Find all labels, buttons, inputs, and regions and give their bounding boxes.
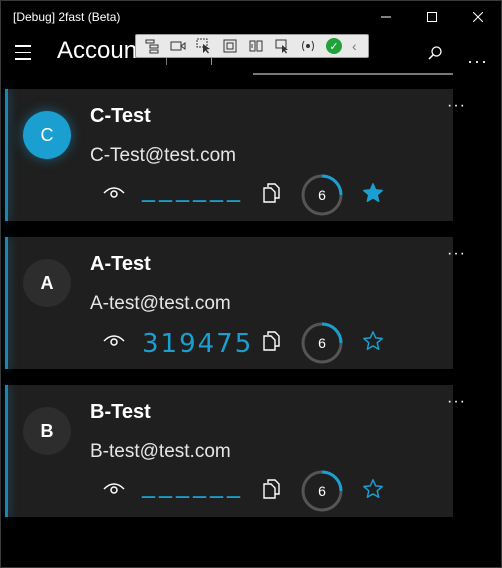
- maximize-icon: [427, 12, 437, 22]
- card-accent-bar: [5, 89, 8, 221]
- window-title: [Debug] 2fast (Beta): [13, 10, 121, 24]
- hot-reload-icon[interactable]: [270, 36, 294, 56]
- account-card[interactable]: A A-Test A-test@test.com ··· 319475 6: [5, 237, 465, 369]
- maximize-button[interactable]: [409, 1, 455, 33]
- avatar: B: [23, 407, 71, 455]
- app-window: [Debug] 2fast (Beta) Accounts ··· ✓ ‹ C …: [0, 0, 502, 568]
- video-camera-icon[interactable]: [166, 36, 190, 56]
- code-timer: 6: [300, 173, 344, 217]
- card-more-options-button[interactable]: ···: [447, 245, 466, 263]
- account-card[interactable]: B B-Test B-test@test.com ··· ______ 6: [5, 385, 465, 517]
- account-name: A-Test: [90, 253, 151, 275]
- copy-icon[interactable]: [263, 479, 281, 499]
- track-focus-icon[interactable]: [244, 36, 268, 56]
- favorite-star-filled-icon[interactable]: [362, 182, 384, 204]
- timer-seconds: 6: [318, 187, 326, 203]
- avatar: C: [23, 111, 71, 159]
- show-code-eye-icon[interactable]: [103, 185, 125, 199]
- minimize-button[interactable]: [363, 1, 409, 33]
- copy-icon[interactable]: [263, 183, 281, 203]
- status-ok-icon[interactable]: ✓: [322, 36, 346, 56]
- account-email: C-Test@test.com: [90, 145, 236, 166]
- avatar: A: [23, 259, 71, 307]
- copy-icon[interactable]: [263, 331, 281, 351]
- collapse-toolbar-icon[interactable]: ‹: [352, 38, 357, 54]
- code-timer: 6: [300, 469, 344, 513]
- minimize-icon: [381, 16, 391, 18]
- favorite-star-outline-icon[interactable]: [362, 478, 384, 500]
- close-button[interactable]: [455, 1, 501, 33]
- totp-code[interactable]: ______: [142, 173, 244, 203]
- timer-seconds: 6: [318, 483, 326, 499]
- hamburger-menu-icon[interactable]: [15, 45, 35, 61]
- account-name: B-Test: [90, 401, 151, 423]
- account-card[interactable]: C C-Test C-Test@test.com ··· ______ 6: [5, 89, 465, 221]
- account-email: B-test@test.com: [90, 441, 231, 462]
- debug-toolbar: ✓ ‹: [135, 34, 369, 58]
- show-code-eye-icon[interactable]: [103, 333, 125, 347]
- card-accent-bar: [5, 385, 8, 517]
- timer-seconds: 6: [318, 335, 326, 351]
- binding-failures-icon[interactable]: [296, 36, 320, 56]
- favorite-star-outline-icon[interactable]: [362, 330, 384, 352]
- totp-code[interactable]: 319475: [142, 329, 253, 359]
- card-accent-bar: [5, 237, 8, 369]
- totp-code[interactable]: ______: [142, 469, 244, 499]
- display-layout-adorners-icon[interactable]: [218, 36, 242, 56]
- show-code-eye-icon[interactable]: [103, 481, 125, 495]
- card-more-options-button[interactable]: ···: [447, 97, 466, 115]
- live-visual-tree-icon[interactable]: [140, 36, 164, 56]
- code-timer: 6: [300, 321, 344, 365]
- close-icon: [473, 12, 483, 22]
- select-element-icon[interactable]: [192, 36, 216, 56]
- account-email: A-test@test.com: [90, 293, 231, 314]
- card-more-options-button[interactable]: ···: [447, 393, 466, 411]
- search-icon[interactable]: [427, 45, 443, 61]
- title-bar: [Debug] 2fast (Beta): [1, 1, 501, 33]
- account-name: C-Test: [90, 105, 151, 127]
- more-options-button[interactable]: ···: [467, 51, 488, 72]
